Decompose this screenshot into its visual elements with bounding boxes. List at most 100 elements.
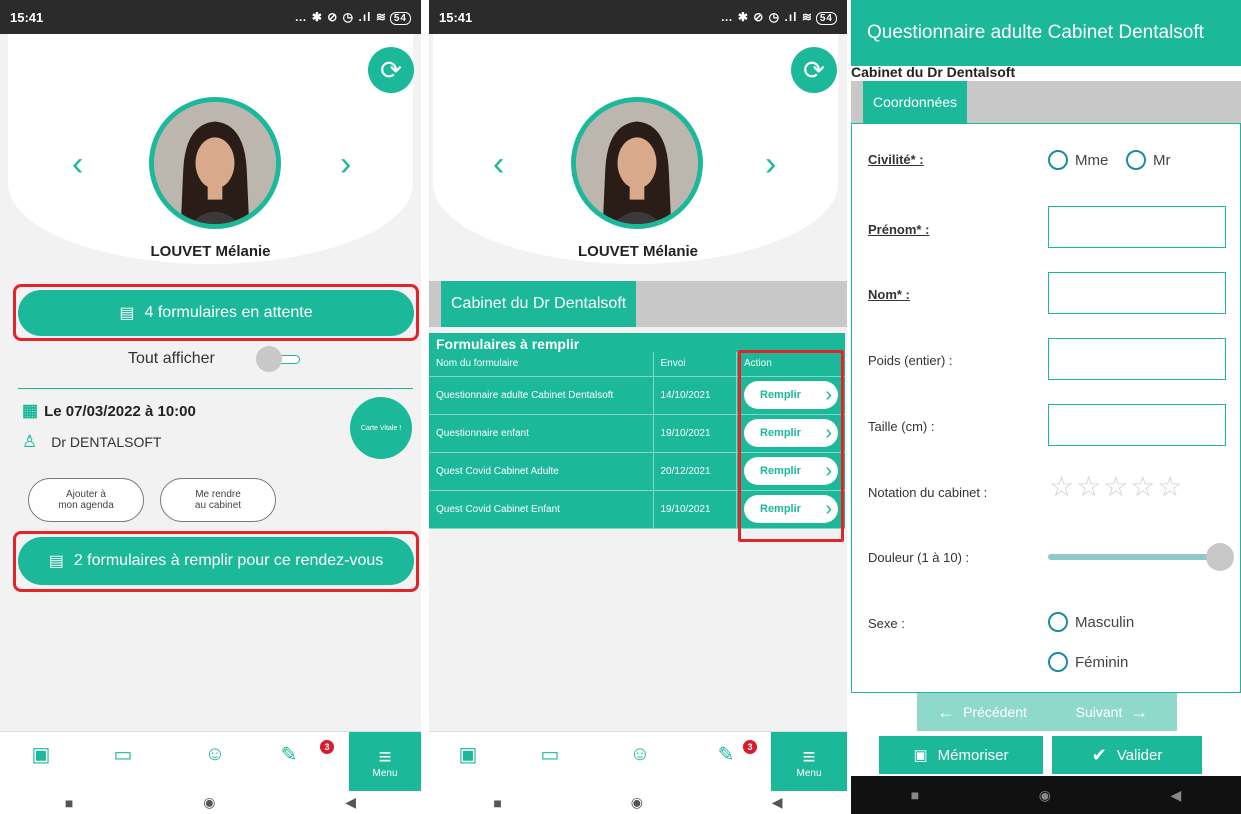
screen-home: 15:41 … ✱ ⊘ ◷ .ıl ≋ 54 ⟳ ‹ › LOUVET Mélan…	[0, 0, 421, 814]
validate-button[interactable]: ✔ Valider	[1052, 736, 1202, 774]
form-date: 19/10/2021	[652, 490, 737, 529]
form-name: Questionnaire adulte Cabinet Dentalsoft	[429, 376, 653, 415]
douleur-slider[interactable]	[1048, 543, 1234, 571]
chevron-left-icon[interactable]: ‹	[72, 145, 83, 184]
screen-forms-list: 15:41 … ✱ ⊘ ◷ .ıl ≋ 54 ⟳ ‹ › LOUVET Mélan…	[429, 0, 847, 814]
status-bar: 15:41 … ✱ ⊘ ◷ .ıl ≋ 54	[429, 0, 847, 34]
radio-mr[interactable]: Mr	[1126, 150, 1171, 170]
chat-icon[interactable]: ☺	[627, 742, 653, 766]
radio-mme[interactable]: Mme	[1048, 150, 1108, 170]
patient-name: LOUVET Mélanie	[150, 243, 271, 260]
civilite-label: Civilité* :	[868, 152, 924, 167]
carte-vitale-button[interactable]: Carte Vitale !	[350, 397, 412, 459]
status-time: 15:41	[439, 9, 473, 25]
next-button[interactable]: Suivant →	[1047, 693, 1177, 731]
system-nav: ■ ◉ ◀	[851, 776, 1241, 814]
poids-field[interactable]	[1048, 338, 1226, 380]
back-icon[interactable]: ◀	[772, 794, 783, 811]
forms-badge: 3	[743, 740, 757, 754]
home-icon[interactable]: ◉	[203, 794, 215, 811]
form-name: Questionnaire enfant	[429, 414, 653, 453]
patient-name: LOUVET Mélanie	[577, 243, 699, 260]
bottom-nav: ▣ ▭ ☺ ✎ 3 ≡ Menu	[0, 731, 421, 792]
back-icon[interactable]: ◀	[345, 794, 356, 811]
recent-apps-icon[interactable]: ■	[65, 795, 73, 811]
form-name: Quest Covid Cabinet Enfant	[429, 490, 653, 529]
form-date: 14/10/2021	[652, 376, 737, 415]
notation-label: Notation du cabinet :	[868, 485, 988, 500]
bottom-nav: ▣ ▭ ☺ ✎ 3 ≡ Menu	[429, 731, 847, 792]
hamburger-icon: ≡	[378, 743, 392, 769]
battery-icon: 54	[815, 11, 837, 25]
douleur-label: Douleur (1 à 10) :	[868, 550, 970, 565]
appointments-icon[interactable]: ▣	[455, 742, 481, 766]
system-nav: ■ ◉ ◀	[0, 791, 421, 814]
nom-field[interactable]	[1048, 272, 1226, 314]
calendar-icon: ▦	[22, 401, 39, 420]
forms-icon[interactable]: ✎	[713, 742, 739, 766]
column-header: Nom du formulaire	[429, 352, 653, 377]
go-cabinet-button[interactable]: Me rendre au cabinet	[160, 478, 276, 522]
refresh-icon[interactable]: ⟳	[791, 47, 837, 93]
status-icons: … ✱ ⊘ ◷ .ıl ≋ 54	[721, 10, 837, 25]
radio-feminin[interactable]: Féminin	[1048, 652, 1128, 672]
slider-thumb[interactable]	[1206, 543, 1234, 571]
form-date: 20/12/2021	[652, 452, 737, 491]
appointments-icon[interactable]: ▣	[28, 742, 54, 766]
tab-cabinet[interactable]: Cabinet du Dr Dentalsoft	[441, 281, 637, 327]
battery-icon: 54	[389, 11, 411, 25]
card-icon[interactable]: ▭	[110, 742, 136, 766]
refresh-icon[interactable]: ⟳	[368, 47, 414, 93]
menu-button[interactable]: ≡ Menu	[771, 732, 847, 792]
show-all-toggle[interactable]	[256, 346, 300, 372]
appointment-date: ▦ Le 07/03/2022 à 10:00	[22, 401, 196, 420]
chevron-right-icon[interactable]: ›	[340, 145, 351, 184]
menu-button[interactable]: ≡ Menu	[349, 732, 421, 792]
home-icon[interactable]: ◉	[1039, 787, 1051, 804]
prenom-label: Prénom* :	[868, 222, 930, 237]
cabinet-name: Cabinet du Dr Dentalsoft	[851, 64, 1016, 80]
add-agenda-button[interactable]: Ajouter à mon agenda	[28, 478, 144, 522]
form-date: 19/10/2021	[652, 414, 737, 453]
home-icon[interactable]: ◉	[631, 794, 643, 811]
highlight-box	[13, 284, 419, 341]
forms-icon[interactable]: ✎	[276, 742, 302, 766]
avatar	[149, 97, 281, 229]
forms-badge: 3	[320, 740, 334, 754]
nom-label: Nom* :	[868, 287, 910, 302]
tab-coordonnees[interactable]: Coordonnées	[863, 81, 968, 123]
radio-masculin[interactable]: Masculin	[1048, 612, 1134, 632]
divider	[18, 388, 413, 389]
status-icons: … ✱ ⊘ ◷ .ıl ≋ 54	[295, 10, 411, 25]
save-button[interactable]: ▣ Mémoriser	[879, 736, 1043, 774]
show-all-label: Tout afficher	[128, 350, 215, 367]
hamburger-icon: ≡	[802, 743, 816, 769]
arrow-left-icon: ←	[937, 701, 956, 722]
avatar	[571, 97, 703, 229]
chevron-left-icon[interactable]: ‹	[493, 145, 504, 184]
star-rating[interactable]: ☆☆☆☆☆	[1049, 470, 1185, 503]
prenom-field[interactable]	[1048, 206, 1226, 248]
status-bar: 15:41 … ✱ ⊘ ◷ .ıl ≋ 54	[0, 0, 421, 34]
highlight-box	[13, 531, 419, 592]
back-icon[interactable]: ◀	[1170, 787, 1181, 804]
card-icon[interactable]: ▭	[537, 742, 563, 766]
chevron-right-icon[interactable]: ›	[765, 145, 776, 184]
column-header: Envoi	[652, 352, 737, 377]
previous-button[interactable]: ← Précédent	[917, 693, 1047, 731]
recent-apps-icon[interactable]: ■	[493, 795, 501, 811]
doctor-name: ♙ Dr DENTALSOFT	[22, 432, 162, 451]
highlight-box	[738, 350, 844, 542]
recent-apps-icon[interactable]: ■	[911, 787, 919, 803]
save-icon: ▣	[913, 747, 928, 764]
cabinet-tabs: Cabinet du Dr Dentalsoft	[429, 281, 847, 327]
arrow-right-icon: →	[1130, 701, 1149, 722]
taille-field[interactable]	[1048, 404, 1226, 446]
section-tabs: Coordonnées	[851, 81, 1241, 123]
form-name: Quest Covid Cabinet Adulte	[429, 452, 653, 491]
status-time: 15:41	[10, 9, 44, 25]
chat-icon[interactable]: ☺	[202, 742, 228, 766]
poids-label: Poids (entier) :	[868, 353, 953, 368]
form-panel: Civilité* : Mme Mr Prénom* : Nom* : Poid…	[851, 123, 1241, 693]
check-icon: ✔	[1091, 744, 1107, 765]
